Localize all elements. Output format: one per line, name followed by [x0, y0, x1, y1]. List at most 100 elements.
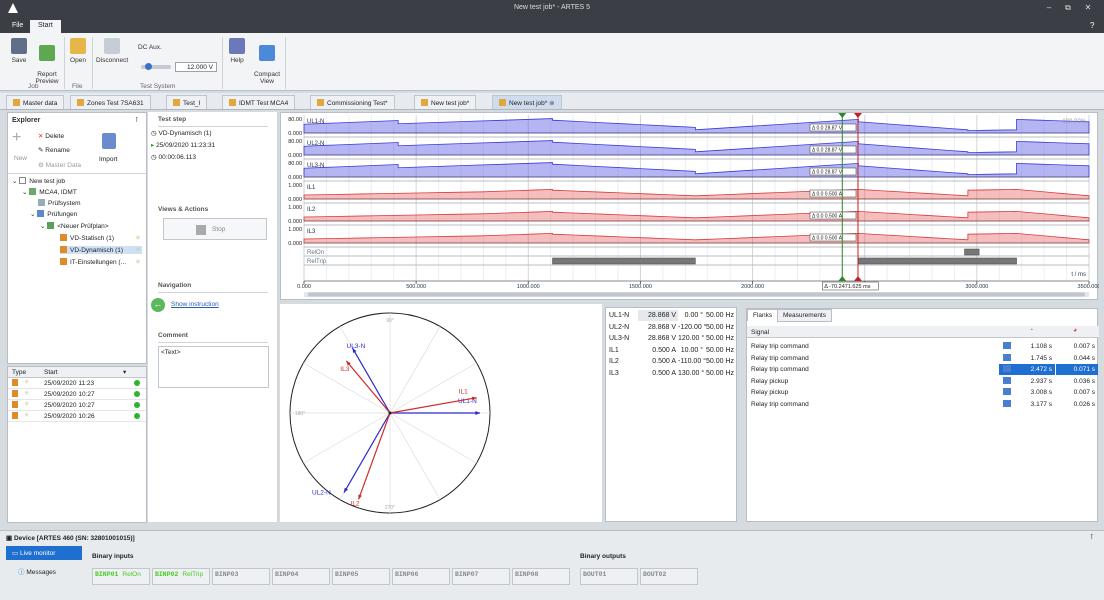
history-row[interactable]: ✳ 25/09/2020 10:27: [8, 400, 146, 411]
phasor-row[interactable]: IL1 0.500 A 10.00 ° 50.00 Hz: [606, 345, 736, 356]
channel-label[interactable]: IL2: [307, 207, 316, 213]
open-button[interactable]: Open: [66, 38, 90, 64]
menu-start[interactable]: Start: [30, 20, 61, 33]
col-start[interactable]: Start: [44, 369, 58, 376]
binary-input-binp05[interactable]: BINP05: [332, 568, 390, 585]
tree-item-vd-statisch[interactable]: VD-Statisch (1): [60, 234, 114, 242]
live-monitor-button[interactable]: ▭ Live monitor: [6, 546, 82, 560]
help-button[interactable]: Help: [226, 38, 248, 64]
master-data-button[interactable]: ⚙ Master Data: [38, 161, 81, 169]
time-icon[interactable]: ◔: [1029, 327, 1033, 334]
new-icon[interactable]: +: [12, 130, 26, 146]
phasor-row[interactable]: UL3-N 28.868 V 120.00 ° 50.00 Hz: [606, 333, 736, 344]
binary-input-binp08[interactable]: BINP08: [512, 568, 570, 585]
compact-view-button[interactable]: Compact View: [252, 38, 282, 85]
tab-test-i[interactable]: Test_I: [166, 95, 208, 109]
flank-row[interactable]: Relay trip command 1.745 s 0.044 s: [747, 353, 1099, 364]
import-button[interactable]: Import: [99, 156, 117, 163]
history-row[interactable]: ✳ 25/09/2020 11:23: [8, 378, 146, 389]
pin-icon[interactable]: ⊺: [1090, 533, 1094, 541]
cursor-1-handle[interactable]: [838, 113, 847, 118]
dc-aux-value-field[interactable]: 12.000 V: [175, 62, 217, 72]
col-type[interactable]: Type: [12, 369, 26, 376]
tree-item-it-einstellungen[interactable]: IT-Einstellungen (...: [60, 258, 126, 266]
binary-input-binp04[interactable]: BINP04: [272, 568, 330, 585]
history-row[interactable]: ✳ 25/09/2020 10:27: [8, 389, 146, 400]
tab-idmt-test[interactable]: IDMT Test MCA4: [222, 95, 296, 109]
phasor-row[interactable]: IL3 0.500 A 130.00 ° 50.00 Hz: [606, 368, 736, 379]
tab-commissioning-test[interactable]: Commissioning Test*: [310, 95, 395, 109]
tree-item-neuer-pruefplan[interactable]: ⌄ <Neuer Prüfplan>: [40, 222, 109, 230]
binary-input-binp03[interactable]: BINP03: [212, 568, 270, 585]
delete-button[interactable]: ✕ Delete: [38, 132, 64, 140]
binary-input-binp01[interactable]: BINP01 RelOn: [92, 568, 150, 585]
rename-button[interactable]: ✎ Rename: [38, 146, 70, 154]
channel-label[interactable]: IL3: [307, 229, 316, 235]
binary-output-bout01[interactable]: BOUT01: [580, 568, 638, 585]
cursor-1-handle[interactable]: [838, 276, 847, 281]
channel-label[interactable]: UL1-N: [307, 119, 324, 125]
flank-row[interactable]: Relay pickup 2.937 s 0.036 s: [747, 376, 1099, 387]
new-button[interactable]: New: [14, 155, 27, 162]
close-button[interactable]: ✕: [1082, 3, 1094, 12]
tree-item-new-test-job[interactable]: ⌄ New test job: [12, 177, 65, 185]
binary-input-binp06[interactable]: BINP06: [392, 568, 450, 585]
dc-aux-slider[interactable]: [141, 63, 171, 70]
flank-row[interactable]: Relay pickup 3.008 s 0.007 s: [747, 387, 1099, 398]
flank-row[interactable]: Relay trip command 3.177 s 0.026 s: [747, 399, 1099, 410]
flank-row[interactable]: Relay trip command 1.108 s 0.007 s: [747, 341, 1099, 352]
report-preview-button[interactable]: Report Preview: [33, 38, 61, 85]
minimize-button[interactable]: –: [1043, 3, 1055, 12]
phasor-row[interactable]: UL2-N 28.868 V -120.00 ° 50.00 Hz: [606, 322, 736, 333]
tree-item-vd-dynamisch[interactable]: VD-Dynamisch (1): [60, 246, 142, 254]
tab-master-data[interactable]: Master data: [6, 95, 65, 109]
status-ok-icon: [134, 413, 140, 419]
import-icon[interactable]: [102, 133, 116, 149]
cursor-2-handle[interactable]: [853, 276, 862, 281]
tab-flanks[interactable]: Flanks: [747, 309, 779, 321]
divider: [64, 37, 65, 89]
help-icon[interactable]: ?: [1090, 21, 1094, 30]
scrollbar-thumb[interactable]: [308, 292, 1085, 297]
tab-new-test-job-2[interactable]: New test job* ⊗: [492, 95, 562, 109]
duration-icon[interactable]: ◕: [1073, 327, 1077, 334]
binary-channel-label[interactable]: RelOn: [307, 250, 324, 256]
comment-field[interactable]: <Text>: [158, 346, 269, 388]
tree-item-pruefsystem[interactable]: Prüfsystem: [38, 199, 81, 207]
save-button[interactable]: Save: [6, 38, 32, 64]
messages-button[interactable]: ⓘ Messages: [18, 566, 56, 576]
maximize-button[interactable]: ⧉: [1062, 3, 1074, 13]
filter-icon[interactable]: ▾: [123, 368, 126, 376]
flank-row[interactable]: Relay trip command 2.472 s 0.071 s: [747, 364, 1099, 375]
channel-label[interactable]: IL1: [307, 185, 316, 191]
pin-icon[interactable]: ⊺: [135, 116, 139, 124]
show-instruction-link[interactable]: Show instruction: [171, 301, 219, 308]
slider-thumb[interactable]: [145, 63, 152, 70]
cursor-2-handle[interactable]: [853, 113, 862, 118]
tab-measurements[interactable]: Measurements: [777, 309, 832, 322]
binary-output-bout02[interactable]: BOUT02: [640, 568, 698, 585]
tab-zones-test[interactable]: Zones Test 7SA631: [70, 95, 151, 109]
tab-new-test-job-1[interactable]: New test job*: [414, 95, 477, 109]
flank-time-cell: 2.472 s: [999, 364, 1055, 375]
tree-item-pruefungen[interactable]: ⌄ Prüfungen: [30, 210, 77, 218]
disconnect-button[interactable]: Disconnect: [96, 38, 128, 64]
phasor-diagram[interactable]: 90°180°270°UL1-NUL2-NUL3-NIL1IL2IL3: [280, 304, 602, 522]
col-signal[interactable]: Signal: [751, 329, 769, 336]
binary-input-binp02[interactable]: BINP02 RelTrip: [152, 568, 210, 585]
phasor-row[interactable]: UL1-N 28.868 V 0.00 ° 50.00 Hz: [606, 310, 736, 321]
phasor-name: UL1-N: [609, 312, 630, 319]
history-row[interactable]: ✳ 25/09/2020 10:26: [8, 411, 146, 422]
channel-label[interactable]: UL2-N: [307, 141, 324, 147]
back-arrow-icon[interactable]: ←: [151, 298, 165, 312]
menu-file[interactable]: File: [4, 20, 31, 33]
binary-channel-label[interactable]: RelTrip: [307, 259, 327, 265]
phasor-row[interactable]: IL2 0.500 A -110.00 ° 50.00 Hz: [606, 356, 736, 367]
stop-button[interactable]: Stop: [163, 218, 267, 240]
tree-item-mca4[interactable]: ⌄ MCA4, IDMT: [22, 188, 77, 196]
phasor-magnitude: 28.868 V: [638, 310, 678, 321]
binary-input-binp07[interactable]: BINP07: [452, 568, 510, 585]
channel-label[interactable]: UL3-N: [307, 163, 324, 169]
close-tab-icon[interactable]: ⊗: [549, 100, 554, 107]
waveform-chart[interactable]: UL1-N 80.00 0.000 Δ 0.0 28.87 V UL2-N 80.00 0.…: [281, 113, 1099, 301]
